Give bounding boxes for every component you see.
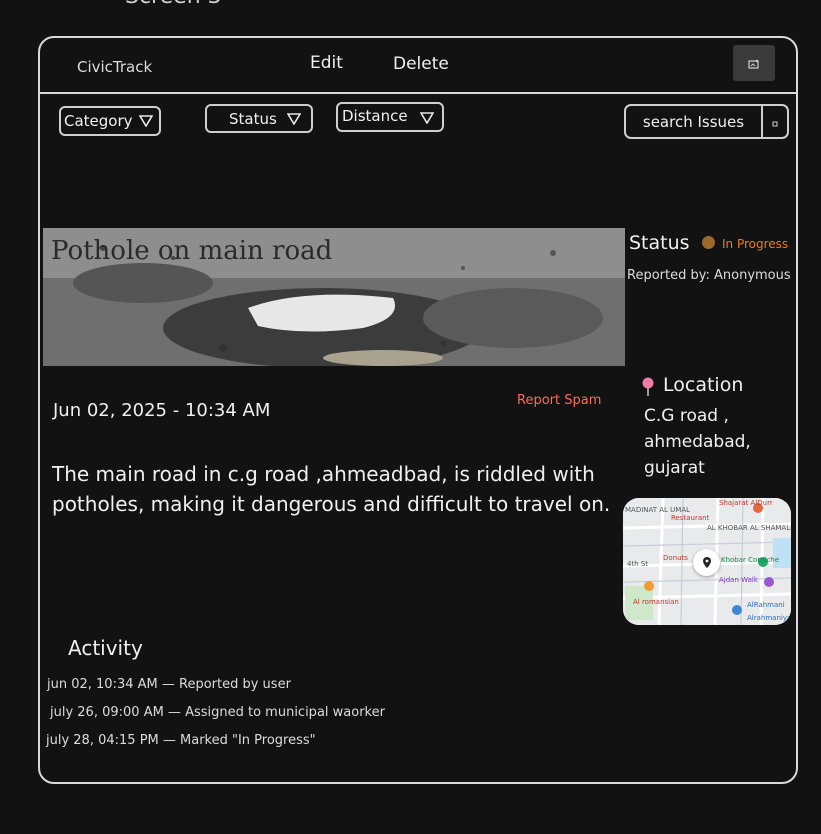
activity-item: jun 02, 10:34 AM — Reported by user (47, 677, 291, 692)
activity-item: july 28, 04:15 PM — Marked "In Progress" (46, 733, 316, 748)
search-button[interactable] (761, 106, 787, 137)
location-text: C.G road , ahmedabad, gujarat (644, 406, 751, 478)
delete-link[interactable]: Delete (393, 54, 449, 74)
issue-datetime: Jun 02, 2025 - 10:34 AM (53, 400, 271, 421)
category-label: Category (64, 112, 133, 130)
issue-title: Pothole on main road (51, 236, 333, 266)
status-label: Status (629, 232, 690, 254)
chevron-down-icon (419, 112, 434, 124)
map-label: AL KHOBAR AL SHAMALIA (707, 524, 791, 532)
partial-screen-heading: Screen 3 (125, 0, 222, 9)
distance-dropdown[interactable]: Distance (336, 102, 444, 132)
search-icon (772, 112, 778, 131)
map-label: AlRahmani (747, 601, 785, 609)
chevron-down-icon (286, 112, 301, 125)
edit-link[interactable]: Edit (310, 53, 343, 73)
activity-heading: Activity (68, 636, 143, 660)
activity-item: july 26, 09:00 AM — Assigned to municipa… (50, 705, 385, 720)
issue-description: The main road in c.g road ,ahmeadbad, is… (52, 462, 611, 516)
map-label: 4th St (627, 560, 649, 568)
search-placeholder: search Issues (642, 112, 745, 131)
report-spam-link[interactable]: Report Spam (517, 393, 601, 408)
app-brand: CivicTrack (77, 58, 153, 76)
map-label: Alrahmaniya (747, 614, 791, 622)
status-dropdown[interactable]: Status (205, 104, 313, 133)
map-label: Ajdan Walk (719, 576, 758, 584)
map-label: MADINAT AL UMAL (625, 506, 691, 514)
status-badge: In Progress (722, 237, 789, 251)
map-label: Donuts (663, 554, 688, 562)
reported-by: Reported by: Anonymous (627, 268, 791, 283)
chevron-down-icon (138, 115, 153, 127)
location-pin-icon (641, 377, 655, 401)
status-filter-label: Status (229, 109, 277, 128)
category-dropdown[interactable]: Category (59, 106, 161, 136)
status-indicator-icon (702, 236, 715, 249)
location-label: Location (663, 374, 744, 396)
header-divider (40, 92, 798, 94)
map-label: Khobar Corniche (721, 556, 780, 564)
map-marker-icon (693, 549, 720, 576)
map-label: Shajarat AlDurr (719, 499, 773, 507)
search-input[interactable]: search Issues (624, 104, 789, 139)
distance-filter-label: Distance (342, 107, 408, 125)
image-icon (748, 54, 760, 73)
header-action-button[interactable] (733, 45, 775, 81)
map-label: Al romansian (633, 598, 679, 606)
map-label: Restaurant (671, 514, 710, 522)
